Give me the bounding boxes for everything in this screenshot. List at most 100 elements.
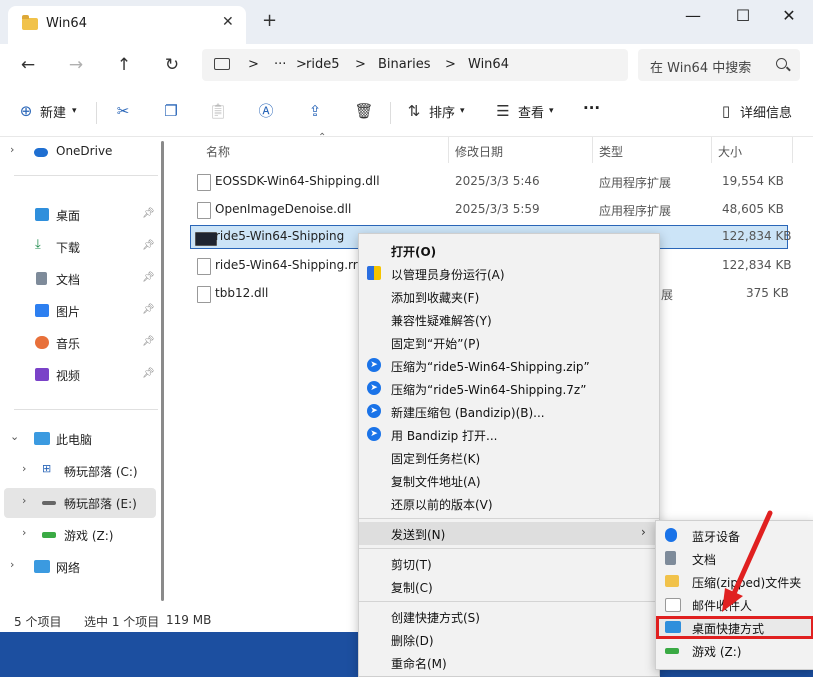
sidebar-item-documents[interactable]: 文档 📌︎ (0, 264, 158, 294)
new-button[interactable]: 新建 (40, 102, 66, 121)
menu-item-delete[interactable]: 删除(D) (359, 628, 659, 651)
file-name: tbb12.dll (215, 286, 269, 300)
share-icon[interactable]: ⇪ (305, 102, 325, 122)
menu-item-label: 发送到(N) (391, 528, 446, 542)
file-name: EOSSDK-Win64-Shipping.dll (215, 174, 380, 188)
chevron-right-icon[interactable]: › (22, 462, 26, 475)
menu-item-send-to[interactable]: 发送到(N) › (359, 522, 659, 545)
column-header-size[interactable]: 大小 (718, 143, 742, 160)
pin-icon[interactable]: 📌︎ (142, 336, 155, 347)
menu-item-copy[interactable]: 复制(C) (359, 575, 659, 598)
pin-icon[interactable]: 📌︎ (142, 208, 155, 219)
delete-icon[interactable]: 🗑︎ (354, 102, 374, 122)
rename-icon[interactable]: Ⓐ (256, 102, 276, 122)
menu-item-pin-start[interactable]: 固定到“开始”(P) (359, 331, 659, 354)
column-divider[interactable] (592, 137, 593, 163)
breadcrumb-binaries[interactable]: Binaries (378, 57, 430, 72)
menu-item-cut[interactable]: 剪切(T) (359, 552, 659, 575)
chevron-down-icon: ▾ (549, 106, 554, 116)
chevron-right-icon[interactable]: › (22, 526, 26, 539)
menu-item-create-shortcut[interactable]: 创建快捷方式(S) (359, 605, 659, 628)
back-button[interactable]: ← (16, 54, 40, 78)
sidebar-item-drive-c[interactable]: › ⊞ 畅玩部落 (C:) (0, 456, 158, 486)
menu-item-troubleshoot[interactable]: 兼容性疑难解答(Y) (359, 308, 659, 331)
pin-icon[interactable]: 📌︎ (142, 304, 155, 315)
send-to-documents[interactable]: 文档 (656, 547, 813, 570)
chevron-right-icon[interactable]: › (10, 143, 14, 156)
column-header-type[interactable]: 类型 (599, 143, 623, 160)
sidebar-item-drive-e[interactable]: › 畅玩部落 (E:) (4, 488, 156, 518)
chevron-down-icon[interactable]: ⌄ (10, 430, 19, 443)
sidebar-item-music[interactable]: 音乐 📌︎ (0, 328, 158, 358)
address-bar[interactable]: > ··· > ride5 > Binaries > Win64 (202, 49, 628, 81)
breadcrumb-ride5[interactable]: ride5 (306, 57, 339, 72)
send-to-drive-z[interactable]: 游戏 (Z:) (656, 639, 813, 662)
sidebar-item-downloads[interactable]: ⤓ 下载 📌︎ (0, 232, 158, 262)
menu-item-copy-path[interactable]: 复制文件地址(A) (359, 469, 659, 492)
column-divider[interactable] (448, 137, 449, 163)
sidebar-item-this-pc[interactable]: ⌄ 此电脑 (0, 424, 158, 454)
menu-item-label: 桌面快捷方式 (692, 622, 765, 636)
column-header-modified[interactable]: 修改日期 (455, 143, 503, 160)
send-to-desktop-shortcut[interactable]: 桌面快捷方式 (656, 616, 813, 639)
pin-icon[interactable]: 📌︎ (142, 272, 155, 283)
sidebar-item-network[interactable]: › 网络 (0, 552, 158, 582)
pin-icon[interactable]: 📌︎ (142, 368, 155, 379)
maximize-button[interactable]: ☐ (728, 6, 758, 25)
details-button[interactable]: 详细信息 (740, 102, 792, 121)
sidebar-item-desktop[interactable]: 桌面 📌︎ (0, 200, 158, 230)
menu-item-label: 压缩(zipped)文件夹 (692, 576, 802, 590)
file-size: 122,834 KB (722, 258, 792, 272)
sidebar-item-label: 视频 (56, 369, 81, 383)
send-to-mail-recipient[interactable]: 邮件收件人 (656, 593, 813, 616)
chevron-right-icon[interactable]: › (10, 558, 14, 571)
column-divider[interactable] (711, 137, 712, 163)
sidebar-item-drive-z[interactable]: › 游戏 (Z:) (0, 520, 158, 550)
menu-item-open-bandizip[interactable]: ➤ 用 Bandizip 打开... (359, 423, 659, 446)
file-row[interactable]: EOSSDK-Win64-Shipping.dll 2025/3/3 5:46 … (190, 170, 788, 194)
menu-item-add-favorites[interactable]: 添加到收藏夹(F) (359, 285, 659, 308)
menu-item-open[interactable]: 打开(O) (359, 239, 659, 262)
column-divider[interactable] (792, 137, 793, 163)
menu-item-restore-versions[interactable]: 还原以前的版本(V) (359, 492, 659, 515)
view-button[interactable]: 查看 (518, 102, 544, 121)
sidebar-item-onedrive[interactable]: › OneDrive (0, 137, 158, 167)
copy-icon[interactable]: ❐ (161, 102, 181, 122)
chevron-right-icon[interactable]: › (22, 494, 26, 507)
sidebar-item-label: 网络 (56, 561, 81, 575)
tab-win64[interactable]: Win64 ✕ (8, 6, 246, 44)
menu-item-label: 打开(O) (391, 245, 437, 259)
sidebar-item-videos[interactable]: 视频 📌︎ (0, 360, 158, 390)
menu-item-compress-zip[interactable]: ➤ 压缩为“ride5-Win64-Shipping.zip” (359, 354, 659, 377)
send-to-zip-folder[interactable]: 压缩(zipped)文件夹 (656, 570, 813, 593)
column-header-name[interactable]: 名称 (206, 143, 230, 160)
file-row[interactable]: OpenImageDenoise.dll 2025/3/3 5:59 应用程序扩… (190, 198, 788, 222)
paste-icon[interactable]: 📋︎ (208, 102, 228, 122)
up-button[interactable]: ↑ (112, 54, 136, 78)
pin-icon[interactable]: 📌︎ (142, 240, 155, 251)
menu-item-run-as-admin[interactable]: 以管理员身份运行(A) (359, 262, 659, 285)
minimize-button[interactable]: — (678, 6, 708, 25)
breadcrumb-overflow[interactable]: ··· (274, 57, 286, 72)
breadcrumb-win64[interactable]: Win64 (468, 57, 509, 72)
close-window-button[interactable]: ✕ (774, 6, 804, 25)
menu-item-compress-7z[interactable]: ➤ 压缩为“ride5-Win64-Shipping.7z” (359, 377, 659, 400)
sidebar-item-label: 下载 (56, 241, 81, 255)
cloud-icon (34, 148, 48, 157)
sort-button[interactable]: 排序 (429, 102, 455, 121)
navigation-scrollbar[interactable] (161, 141, 164, 601)
search-box[interactable]: 在 Win64 中搜索 (638, 49, 800, 81)
menu-item-pin-taskbar[interactable]: 固定到任务栏(K) (359, 446, 659, 469)
search-input[interactable]: 在 Win64 中搜索 (650, 57, 751, 76)
cut-icon[interactable]: ✂ (113, 102, 133, 122)
chevron-down-icon: ▾ (460, 106, 465, 116)
refresh-button[interactable]: ↻ (160, 54, 184, 78)
forward-button[interactable]: → (64, 54, 88, 78)
close-tab-icon[interactable]: ✕ (222, 14, 234, 30)
send-to-bluetooth[interactable]: 蓝牙设备 (656, 524, 813, 547)
menu-item-new-archive[interactable]: ➤ 新建压缩包 (Bandizip)(B)... (359, 400, 659, 423)
new-tab-button[interactable]: + (262, 12, 277, 30)
more-options-button[interactable]: ··· (583, 99, 600, 117)
menu-item-rename[interactable]: 重命名(M) (359, 651, 659, 674)
sidebar-item-pictures[interactable]: 图片 📌︎ (0, 296, 158, 326)
